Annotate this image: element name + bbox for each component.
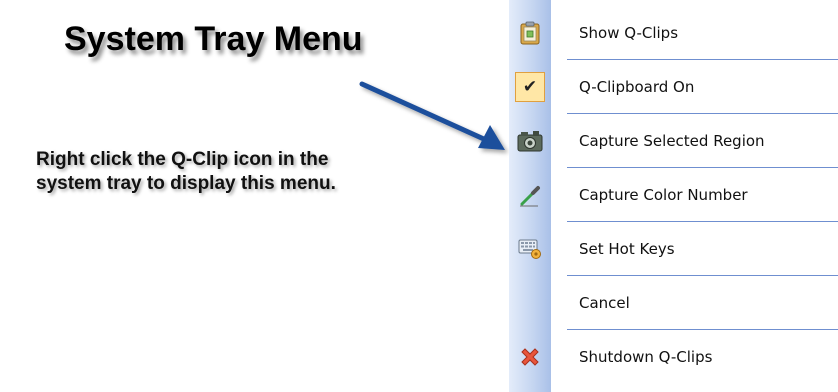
menu-item-show-q-clips[interactable]: Show Q-Clips — [509, 6, 838, 60]
system-tray-menu: Show Q-Clips ✔ Q-Clipboard On Capture Se… — [509, 0, 838, 392]
menu-item-capture-selected-region[interactable]: Capture Selected Region — [509, 114, 838, 168]
close-x-icon — [509, 330, 551, 384]
menu-item-capture-color-number[interactable]: Capture Color Number — [509, 168, 838, 222]
menu-item-shutdown-q-clips[interactable]: Shutdown Q-Clips — [509, 330, 838, 384]
menu-item-q-clipboard-on[interactable]: ✔ Q-Clipboard On — [509, 60, 838, 114]
menu-item-cancel[interactable]: Cancel — [509, 276, 838, 330]
menu-item-label: Q-Clipboard On — [579, 78, 695, 96]
menu-item-set-hot-keys[interactable]: Set Hot Keys — [509, 222, 838, 276]
menu-item-label: Capture Selected Region — [579, 132, 765, 150]
instruction-line-2: system tray to display this menu. — [36, 173, 336, 194]
camera-icon — [509, 114, 551, 168]
menu-item-label: Shutdown Q-Clips — [579, 348, 713, 366]
checkmark-icon: ✔ — [515, 72, 545, 102]
clipboard-icon — [509, 6, 551, 60]
instruction-line-1: Right click the Q-Clip icon in the — [36, 149, 329, 170]
eyedropper-icon — [509, 168, 551, 222]
menu-item-label: Set Hot Keys — [579, 240, 675, 258]
page-title: System Tray Menu — [64, 20, 363, 58]
menu-item-label: Capture Color Number — [579, 186, 748, 204]
keyboard-icon — [509, 222, 551, 276]
menu-item-label: Show Q-Clips — [579, 24, 679, 42]
menu-item-label: Cancel — [579, 294, 630, 312]
instruction-text: Right click the Q-Clip icon in the syste… — [36, 148, 466, 196]
